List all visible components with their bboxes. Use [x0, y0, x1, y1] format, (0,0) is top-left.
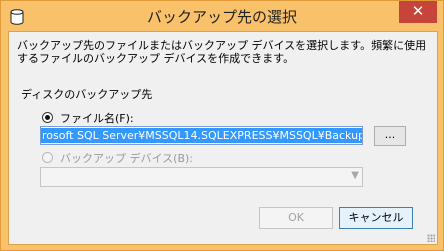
disk-destination-label: ディスクのバックアップ先 — [21, 88, 153, 101]
dialog-body: バックアップ先のファイルまたはバックアップ デバイスを選択します。頻繁に使用する… — [8, 31, 438, 245]
dialog-window: バックアップ先の選択 ✕ バックアップ先のファイルまたはバックアップ デバイスを… — [0, 0, 444, 251]
description-text: バックアップ先のファイルまたはバックアップ デバイスを選択します。頻繁に使用する… — [17, 39, 427, 65]
file-path-value: rosoft SQL Server¥MSSQL14.SQLEXPRESS¥MSS… — [41, 128, 362, 143]
resize-grip-icon[interactable] — [427, 234, 435, 242]
cancel-button[interactable]: キャンセル — [339, 207, 413, 229]
title-bar[interactable]: バックアップ先の選択 ✕ — [1, 1, 443, 31]
browse-button[interactable]: ... — [374, 126, 406, 146]
filename-radio[interactable] — [42, 112, 53, 123]
backup-device-select: ▼ — [40, 167, 363, 187]
filename-radio-label[interactable]: ファイル名(F): — [60, 110, 134, 126]
dialog-title: バックアップ先の選択 — [146, 8, 297, 26]
close-button[interactable]: ✕ — [399, 1, 437, 23]
ok-button: OK — [259, 207, 333, 229]
chevron-down-icon: ▼ — [351, 170, 359, 181]
backup-device-radio-label: バックアップ デバイス(B): — [60, 152, 194, 165]
file-path-input[interactable]: rosoft SQL Server¥MSSQL14.SQLEXPRESS¥MSS… — [40, 126, 363, 145]
close-icon: ✕ — [411, 2, 425, 20]
backup-device-radio — [42, 152, 53, 163]
